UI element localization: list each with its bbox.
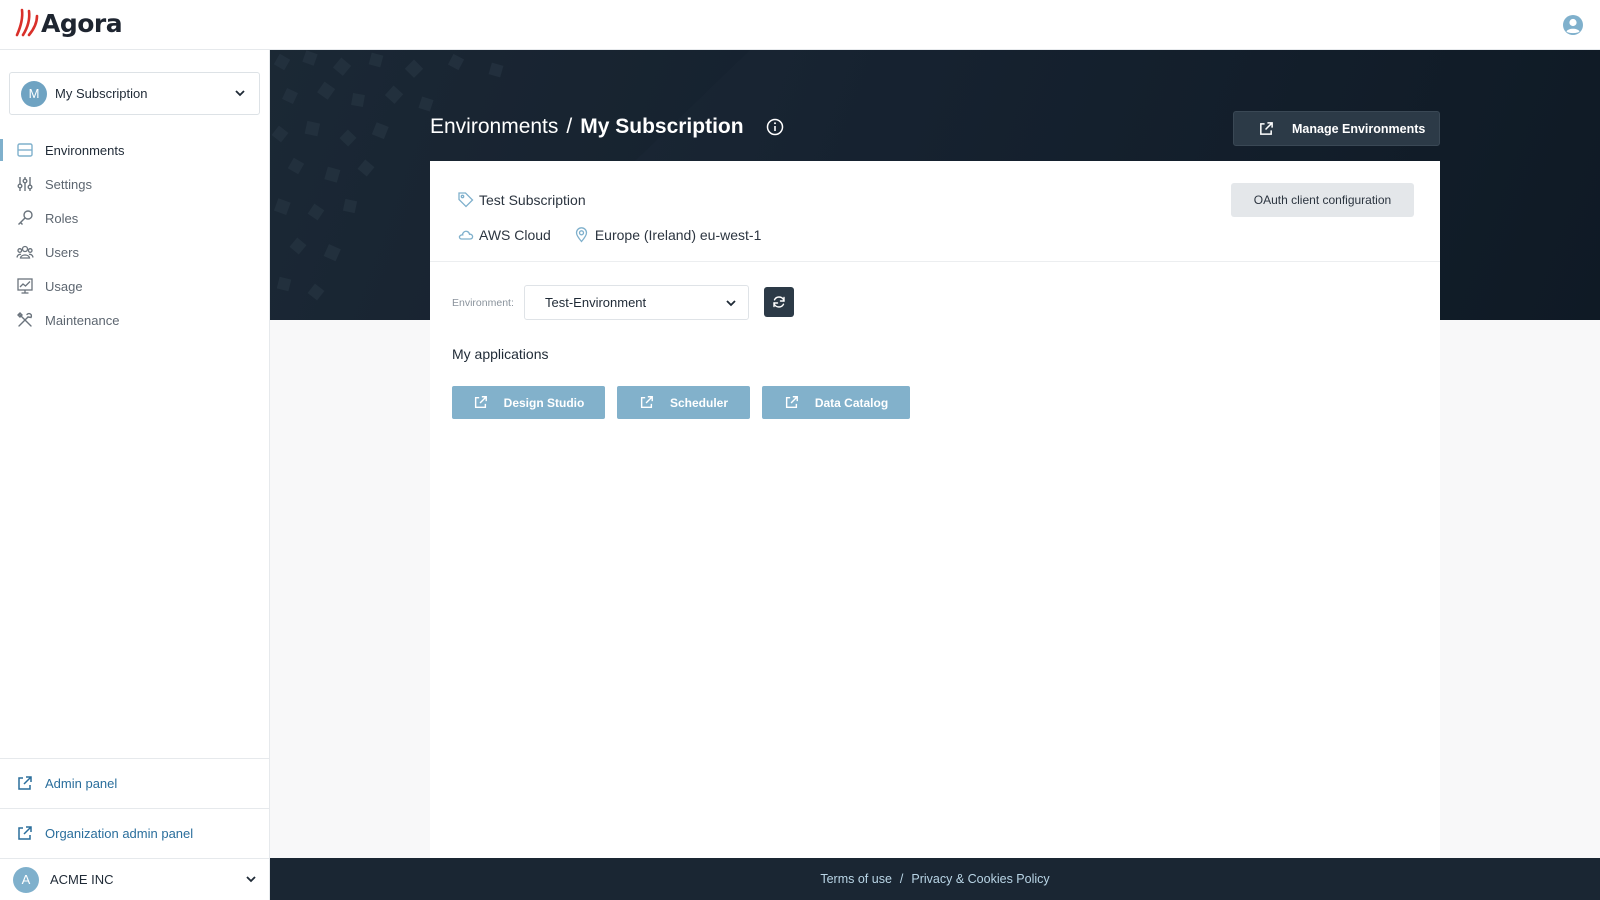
applications-list: Design Studio Scheduler Data Catalog <box>452 386 922 419</box>
cloud-icon <box>458 230 474 240</box>
key-icon <box>18 210 33 225</box>
organization-selector[interactable]: A ACME INC <box>0 858 270 900</box>
subscription-name: Test Subscription <box>479 191 586 208</box>
location-pin-icon <box>575 227 587 243</box>
sidebar-item-label: Users <box>45 244 79 260</box>
admin-panel-label: Admin panel <box>45 776 118 791</box>
app-button-design-studio[interactable]: Design Studio <box>452 386 605 419</box>
users-icon <box>16 245 34 259</box>
sidebar-item-usage[interactable]: Usage <box>0 269 270 303</box>
app-button-scheduler[interactable]: Scheduler <box>617 386 750 419</box>
agora-logo[interactable]: Agora <box>14 8 123 38</box>
subscription-card: Test Subscription AWS Cloud Europe (Irel… <box>430 161 1440 858</box>
external-link-icon <box>1260 121 1273 135</box>
sidebar-item-label: Settings <box>45 176 92 192</box>
sidebar-item-environments[interactable]: Environments <box>0 133 270 167</box>
external-link-icon <box>785 396 798 409</box>
subscription-location-row: AWS Cloud Europe (Ireland) eu-west-1 <box>457 226 761 243</box>
sidebar-item-maintenance[interactable]: Maintenance <box>0 303 270 337</box>
breadcrumb-environments[interactable]: Environments <box>430 115 558 139</box>
my-applications-title: My applications <box>452 346 549 362</box>
privacy-policy-link[interactable]: Privacy & Cookies Policy <box>911 872 1049 886</box>
sidebar-item-label: Environments <box>45 142 125 158</box>
refresh-icon <box>773 296 785 308</box>
sidebar-item-label: Roles <box>45 210 79 226</box>
external-link-icon <box>640 396 653 409</box>
environment-value: Test-Environment <box>545 295 647 310</box>
sliders-icon <box>17 177 33 191</box>
organization-admin-panel-label: Organization admin panel <box>45 826 194 841</box>
external-link-icon <box>18 776 32 790</box>
breadcrumb-current: My Subscription <box>580 115 744 138</box>
info-icon[interactable] <box>766 118 784 136</box>
subscription-label: My Subscription <box>55 86 148 101</box>
app-name: Agora <box>41 8 123 38</box>
refresh-button[interactable] <box>764 287 794 317</box>
subscription-selector[interactable]: M My Subscription <box>9 72 260 115</box>
tools-icon <box>17 312 33 327</box>
subscription-name-row: Test Subscription <box>457 191 586 208</box>
manage-environments-button[interactable]: Manage Environments <box>1233 111 1440 146</box>
sidebar-nav: Environments Settings Roles Users Usage … <box>0 133 270 337</box>
region: Europe (Ireland) eu-west-1 <box>594 226 762 243</box>
footer-separator: / <box>899 872 904 886</box>
page-title: Environments / My Subscription <box>430 115 784 139</box>
external-link-icon <box>474 396 487 409</box>
breadcrumb-separator: / <box>566 115 573 138</box>
sidebar-item-label: Maintenance <box>45 312 120 328</box>
app-label: Design Studio <box>503 395 585 410</box>
sidebar-item-roles[interactable]: Roles <box>0 201 270 235</box>
organization-avatar: A <box>13 866 39 893</box>
app-label: Scheduler <box>669 395 729 410</box>
terms-of-use-link[interactable]: Terms of use <box>820 872 892 886</box>
subscription-avatar: M <box>21 80 47 107</box>
admin-panel-link[interactable]: Admin panel <box>0 758 270 808</box>
environment-label: Environment: <box>452 297 514 309</box>
user-account-icon[interactable] <box>1562 14 1584 36</box>
organization-admin-panel-link[interactable]: Organization admin panel <box>0 808 270 858</box>
organization-label: ACME INC <box>50 872 114 887</box>
sidebar-item-settings[interactable]: Settings <box>0 167 270 201</box>
chevron-down-icon <box>246 876 256 883</box>
app-button-data-catalog[interactable]: Data Catalog <box>762 386 910 419</box>
chevron-down-icon <box>235 90 245 97</box>
chevron-down-icon <box>726 300 736 307</box>
footer: Terms of use / Privacy & Cookies Policy <box>270 858 1600 900</box>
main-content: Environments / My Subscription Manage En… <box>270 50 1600 858</box>
subscription-details: Test Subscription AWS Cloud Europe (Irel… <box>430 161 1440 262</box>
sidebar-item-users[interactable]: Users <box>0 235 270 269</box>
environment-select[interactable]: Test-Environment <box>524 285 749 320</box>
app-label: Data Catalog <box>814 395 889 410</box>
oauth-client-configuration-button[interactable]: OAuth client configuration <box>1231 183 1414 217</box>
cloud-provider: AWS Cloud <box>479 226 551 243</box>
server-icon <box>17 143 33 157</box>
sidebar-bottom: Admin panel Organization admin panel A A… <box>0 758 270 900</box>
manage-environments-label: Manage Environments <box>1292 121 1426 136</box>
agora-logo-icon <box>15 8 39 37</box>
external-link-icon <box>18 826 32 840</box>
tag-icon <box>458 192 474 208</box>
sidebar: M My Subscription Environments Settings … <box>0 50 270 900</box>
chart-icon <box>17 278 33 294</box>
top-bar: Agora <box>0 0 1600 50</box>
sidebar-item-label: Usage <box>45 278 83 294</box>
